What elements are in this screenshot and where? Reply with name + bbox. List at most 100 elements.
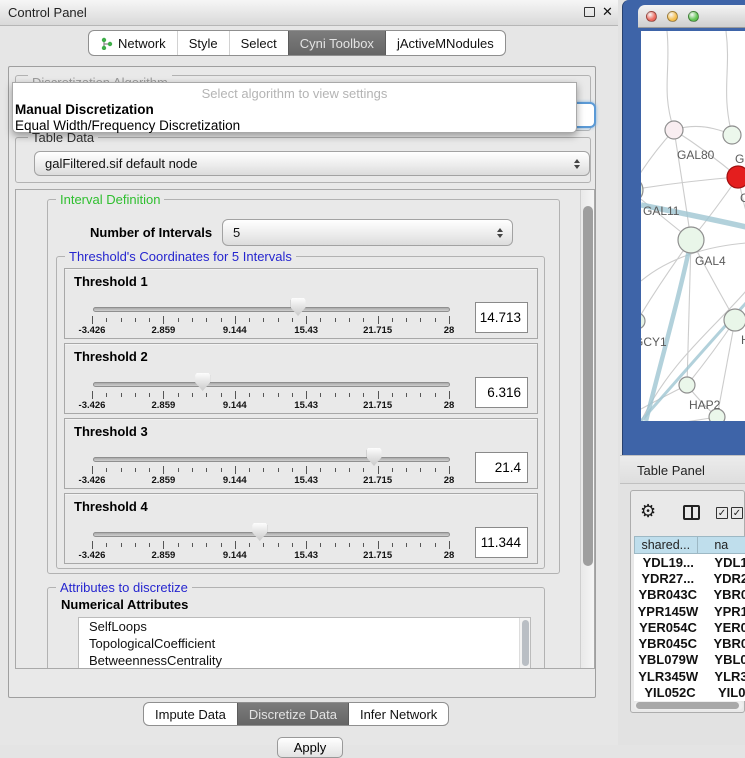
attributes-scrollbar[interactable] [519, 618, 530, 669]
table-cell: YBL0 [702, 652, 745, 668]
table-cell: YER054C [634, 619, 702, 635]
slider-thumb[interactable] [195, 373, 210, 391]
slider-track [93, 457, 450, 462]
threshold-value-field[interactable]: 21.4 [475, 452, 528, 483]
table-row[interactable]: YIL052CYIL0 [634, 684, 745, 700]
threshold-panel: Threshold 1-3.4262.8599.14415.4321.71528… [64, 268, 538, 339]
gear-icon[interactable]: ⚙ [640, 502, 656, 520]
table-cell: YLR3 [702, 668, 745, 684]
scrollbar-thumb[interactable] [636, 702, 739, 709]
num-intervals-combobox[interactable]: 5 [222, 219, 513, 246]
checkbox-checked-icon[interactable]: ✓ [716, 507, 728, 519]
checkbox-checked-icon[interactable]: ✓ [731, 507, 743, 519]
tab-jactivemnodules[interactable]: jActiveMNodules [385, 31, 505, 55]
attributes-list[interactable]: SelfLoopsTopologicalCoefficientBetweenne… [78, 617, 531, 669]
network-node[interactable] [723, 126, 741, 144]
threshold-panel: Threshold 4-3.4262.8599.14415.4321.71528… [64, 493, 538, 564]
horizontal-scrollbar[interactable] [634, 701, 743, 710]
tab-impute-data[interactable]: Impute Data [144, 703, 237, 725]
column-header[interactable]: shared... [634, 536, 698, 554]
tab-network[interactable]: Network [89, 31, 177, 55]
table-row[interactable]: YDL19...YDL1 [634, 554, 745, 570]
slider-tick-labels: -3.4262.8599.14415.4321.71528 [92, 475, 449, 486]
network-node[interactable] [679, 377, 695, 393]
control-panel-titlebar: Control Panel ✕ [0, 0, 618, 26]
network-node[interactable] [641, 313, 645, 329]
split-columns-icon[interactable] [683, 505, 700, 520]
table-row[interactable]: YPR145WYPR1 [634, 603, 745, 619]
network-node[interactable] [678, 227, 704, 253]
table-cell: YIL052C [634, 684, 706, 700]
table-data-combobox[interactable]: galFiltered.sif default node [34, 151, 590, 176]
threshold-slider[interactable]: -3.4262.8599.14415.4321.71528 [65, 419, 465, 490]
group-title: Threshold's Coordinates for 5 Intervals [65, 249, 296, 264]
threshold-value-field[interactable]: 6.316 [475, 377, 528, 408]
network-canvas[interactable]: GAL80GCGAL11GAL4GCY1HHAP2 [641, 31, 745, 421]
slider-track [93, 532, 450, 537]
network-view-window: GAL80GCGAL11GAL4GCY1HHAP2 [622, 0, 745, 455]
slider-thumb[interactable] [367, 448, 382, 466]
tab-label: Select [241, 36, 277, 51]
threshold-value-field[interactable]: 14.713 [475, 302, 528, 333]
algorithm-option[interactable]: Equal Width/Frequency Discretization [15, 118, 575, 133]
minimize-light-icon[interactable] [667, 11, 678, 22]
table-row[interactable]: YER054CYER0 [634, 619, 745, 635]
slider-ticks [92, 466, 449, 475]
table-row[interactable]: YLR345WYLR3 [634, 668, 745, 684]
slider-thumb[interactable] [252, 523, 267, 541]
slider-thumb[interactable] [291, 298, 306, 316]
table-panel: ⚙ ✓ ✓ shared...na YDL19...YDL1YDR27...YD… [630, 490, 745, 713]
tab-style[interactable]: Style [177, 31, 229, 55]
node-label: GAL11 [643, 204, 680, 218]
network-node[interactable] [724, 309, 745, 331]
network-node[interactable] [665, 121, 683, 139]
network-icon [100, 37, 113, 50]
table-row[interactable]: YDR27...YDR2 [634, 570, 745, 586]
threshold-slider[interactable]: -3.4262.8599.14415.4321.71528 [65, 269, 465, 340]
node-label: G [735, 152, 744, 166]
group-title: Interval Definition [56, 192, 164, 207]
group-title: Attributes to discretize [56, 580, 192, 595]
node-table: shared...na YDL19...YDL1YDR27...YDR2YBR0… [634, 536, 745, 701]
tab-discretize-data[interactable]: Discretize Data [237, 703, 348, 725]
attribute-item[interactable]: BetweennessCentrality [79, 652, 530, 669]
apply-button[interactable]: Apply [277, 737, 343, 758]
table-rows: YDL19...YDL1YDR27...YDR2YBR043CYBR0YPR14… [634, 554, 745, 701]
panel-title: Control Panel [8, 5, 87, 20]
network-node[interactable] [727, 166, 745, 188]
attribute-item[interactable]: SelfLoops [79, 618, 530, 635]
node-label: C [740, 191, 745, 205]
table-row[interactable]: YBL079WYBL0 [634, 652, 745, 668]
node-label: GAL4 [695, 254, 726, 268]
slider-tick-labels: -3.4262.8599.14415.4321.71528 [92, 325, 449, 336]
tab-label: Cyni Toolbox [300, 36, 374, 51]
table-row[interactable]: YBR043CYBR0 [634, 587, 745, 603]
attribute-item[interactable]: TopologicalCoefficient [79, 635, 530, 652]
scrollbar-thumb[interactable] [583, 206, 593, 566]
threshold-slider[interactable]: -3.4262.8599.14415.4321.71528 [65, 344, 465, 415]
threshold-slider[interactable]: -3.4262.8599.14415.4321.71528 [65, 494, 465, 565]
table-row[interactable]: YBR045CYBR0 [634, 635, 745, 651]
column-header[interactable]: na [698, 536, 745, 554]
scrollbar-thumb[interactable] [522, 620, 529, 666]
tab-select[interactable]: Select [229, 31, 288, 55]
num-intervals-value: 5 [233, 225, 240, 240]
algorithm-option[interactable]: Manual Discretization [15, 102, 575, 117]
table-cell: YDR2 [701, 570, 745, 586]
threshold-value-field[interactable]: 11.344 [475, 527, 528, 558]
settings-scrollpane: Interval Definition Number of Intervals … [15, 189, 595, 669]
threshold-panel: Threshold 2-3.4262.8599.14415.4321.71528… [64, 343, 538, 414]
tab-cyni-toolbox[interactable]: Cyni Toolbox [288, 31, 385, 55]
table-cell: YBR0 [701, 635, 745, 651]
tab-infer-network[interactable]: Infer Network [348, 703, 448, 725]
cyni-bottom-tabs: Impute DataDiscretize DataInfer Network [143, 702, 449, 726]
close-icon[interactable]: ✕ [602, 4, 613, 20]
zoom-light-icon[interactable] [688, 11, 699, 22]
table-cell: YBL079W [634, 652, 702, 668]
close-light-icon[interactable] [646, 11, 657, 22]
control-panel-tabs: NetworkStyle Select Cyni Toolbox jActiveMNo… [88, 30, 506, 56]
float-window-icon[interactable] [584, 7, 595, 17]
thresholds-group: Threshold's Coordinates for 5 Intervals … [56, 256, 545, 569]
table-cell: YIL0 [706, 684, 745, 700]
vertical-scrollbar[interactable] [580, 190, 595, 668]
